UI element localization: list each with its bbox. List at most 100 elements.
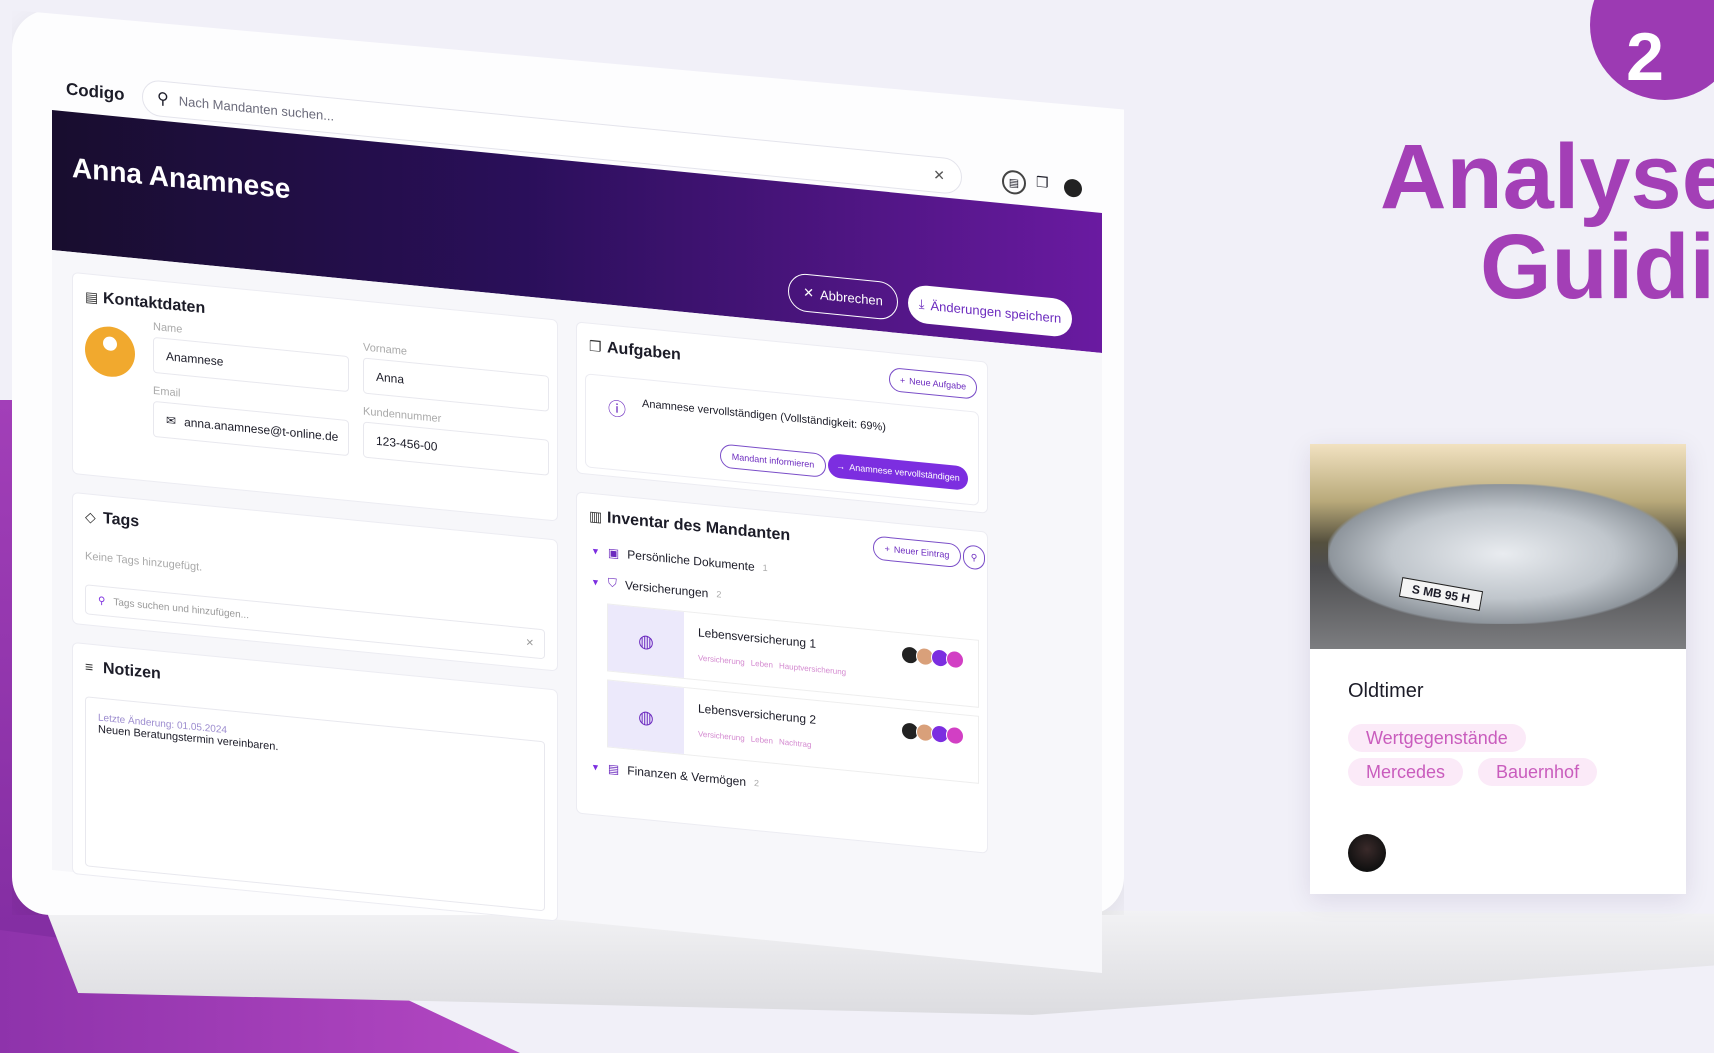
vorname-label: Vorname	[363, 341, 408, 358]
complete-anamnese-label: Anamnese vervollständigen	[849, 462, 960, 484]
inventory-search-button[interactable]: ⚲	[963, 544, 985, 571]
globe-icon: ◍	[608, 604, 684, 678]
item-tag: Leben	[750, 658, 773, 670]
card-tag: Wertgegenstände	[1348, 724, 1526, 752]
headline: Analyse Guidi	[1380, 131, 1714, 318]
name-label: Name	[153, 320, 183, 336]
notes-textarea[interactable]: Letzte Änderung: 01.05.2024 Neuen Beratu…	[85, 696, 545, 912]
top-icons: ▤ ❒	[1002, 169, 1082, 201]
group-count: 2	[754, 777, 760, 789]
save-label: Änderungen speichern	[930, 297, 1062, 326]
new-task-label: Neue Aufgabe	[909, 376, 967, 392]
inform-client-button[interactable]: Mandant informieren	[720, 443, 826, 478]
tasks-card-title: Aufgaben	[607, 339, 681, 364]
info-icon: ⓘ	[608, 398, 626, 421]
clear-search-icon[interactable]: ✕	[933, 166, 945, 184]
tags-search-placeholder: Tags suchen und hinzufügen...	[113, 596, 249, 621]
search-icon: ⚲	[970, 551, 978, 563]
name-field[interactable]: Anamnese	[153, 336, 349, 393]
group-label: Finanzen & Vermögen	[627, 763, 747, 790]
notes-card-title: Notizen	[103, 660, 161, 683]
shield-icon: ⛉	[607, 575, 617, 591]
content-area: ▤ Kontaktdaten Name Anamnese Vorname Ann…	[52, 250, 1102, 973]
client-avatar	[85, 324, 135, 380]
group-label: Versicherungen	[624, 577, 709, 600]
cancel-label: Abbrechen	[820, 286, 883, 308]
user-avatar[interactable]	[1064, 178, 1082, 198]
email-label: Email	[153, 384, 181, 400]
tree-group-insurance[interactable]: ▼ ⛉ Versicherungen 2	[591, 574, 721, 602]
clipboard-icon[interactable]: ❒	[1036, 173, 1054, 197]
tags-search-input[interactable]: ⚲ Tags suchen und hinzufügen... ✕	[85, 584, 545, 660]
group-count: 1	[762, 562, 768, 574]
inventory-item-tags: Versicherung Leben Hauptversicherung	[698, 653, 846, 677]
item-tag: Versicherung	[698, 653, 745, 667]
oldtimer-card[interactable]: S MB 95 H Oldtimer Wertgegenstände Merce…	[1310, 444, 1686, 894]
chevron-down-icon: ▼	[591, 545, 600, 557]
tag-icon: ◇	[85, 508, 96, 526]
item-tag: Nachtrag	[778, 737, 812, 750]
item-avatars	[901, 721, 964, 746]
complete-anamnese-button[interactable]: → Anamnese vervollständigen	[828, 453, 968, 491]
inventory-item-tags: Versicherung Leben Nachtrag	[698, 729, 811, 749]
contact-card-title: Kontaktdaten	[103, 290, 206, 318]
cancel-button[interactable]: ✕ Abbrechen	[788, 272, 898, 321]
item-avatars	[901, 645, 964, 670]
id-card-icon: ▣	[607, 545, 620, 561]
new-entry-label: Neuer Eintrag	[893, 544, 950, 560]
inventory-card-title: Inventar des Mandanten	[607, 509, 791, 545]
new-entry-button[interactable]: + Neuer Eintrag	[873, 535, 961, 569]
step-number-badge: 2	[1590, 0, 1714, 100]
chevron-down-icon: ▼	[591, 576, 600, 588]
headline-line-1: Analyse	[1380, 126, 1714, 228]
inventory-item-name: Lebensversicherung 2	[698, 701, 817, 727]
notes-card: ≡ Notizen Letzte Änderung: 01.05.2024 Ne…	[72, 641, 558, 922]
plus-icon: +	[899, 375, 906, 386]
owner-avatar	[1348, 834, 1386, 872]
car-body	[1328, 484, 1678, 624]
group-label: Persönliche Dokumente	[627, 547, 755, 574]
save-button[interactable]: ⤓ Änderungen speichern	[908, 283, 1072, 339]
app-logo: Codigo	[66, 79, 125, 105]
globe-icon: ◍	[608, 680, 684, 754]
item-tag: Leben	[750, 734, 773, 746]
arrow-right-icon: →	[836, 460, 846, 472]
tags-empty-text: Keine Tags hinzugefügt.	[85, 550, 203, 574]
search-icon: ⚲	[157, 90, 169, 109]
ledger-icon: ▤	[607, 761, 620, 777]
inventory-card: ▥ Inventar des Mandanten + Neuer Eintrag…	[576, 491, 988, 854]
card-tag: Mercedes	[1348, 758, 1464, 786]
car-image: S MB 95 H	[1310, 444, 1686, 649]
search-icon: ⚲	[98, 595, 106, 607]
client-name: Anna Anamnese	[72, 151, 291, 205]
headline-line-2: Guidi	[1480, 216, 1714, 318]
inventory-icon: ▥	[589, 507, 603, 525]
vorname-field[interactable]: Anna	[363, 357, 549, 412]
item-tag: Hauptversicherung	[778, 661, 847, 677]
mail-icon: ✉	[166, 413, 177, 429]
plus-icon: +	[884, 543, 890, 555]
tasks-card: ❒ Aufgaben + Neue Aufgabe ⓘ Anamnese ver…	[576, 321, 988, 514]
clipboard-icon: ❒	[589, 337, 602, 355]
avatar	[946, 649, 964, 670]
item-tag: Versicherung	[698, 729, 745, 743]
kundennummer-field[interactable]: 123-456-00	[363, 421, 549, 476]
close-icon: ✕	[803, 284, 814, 301]
email-value: anna.anamnese@t-online.de	[184, 414, 339, 445]
avatar	[946, 725, 964, 746]
tree-group-finance[interactable]: ▼ ▤ Finanzen & Vermögen 2	[591, 760, 759, 790]
new-task-button[interactable]: + Neue Aufgabe	[889, 367, 977, 400]
group-count: 2	[716, 588, 722, 600]
clear-tags-icon[interactable]: ✕	[526, 637, 534, 649]
contacts-icon[interactable]: ▤	[1002, 169, 1026, 196]
chevron-down-icon: ▼	[591, 761, 600, 773]
card-tag: Bauernhof	[1478, 758, 1598, 786]
task-text: Anamnese vervollständigen (Vollständigke…	[642, 397, 886, 434]
download-icon: ⤓	[918, 295, 925, 312]
search-placeholder: Nach Mandanten suchen...	[178, 92, 335, 124]
notes-icon: ≡	[85, 658, 94, 676]
email-field[interactable]: ✉ anna.anamnese@t-online.de	[153, 400, 349, 457]
tree-group-documents[interactable]: ▼ ▣ Persönliche Dokumente 1	[591, 544, 768, 575]
tags-card: ◇ Tags Keine Tags hinzugefügt. ⚲ Tags su…	[72, 491, 558, 672]
contacts-card-icon: ▤	[85, 288, 99, 306]
